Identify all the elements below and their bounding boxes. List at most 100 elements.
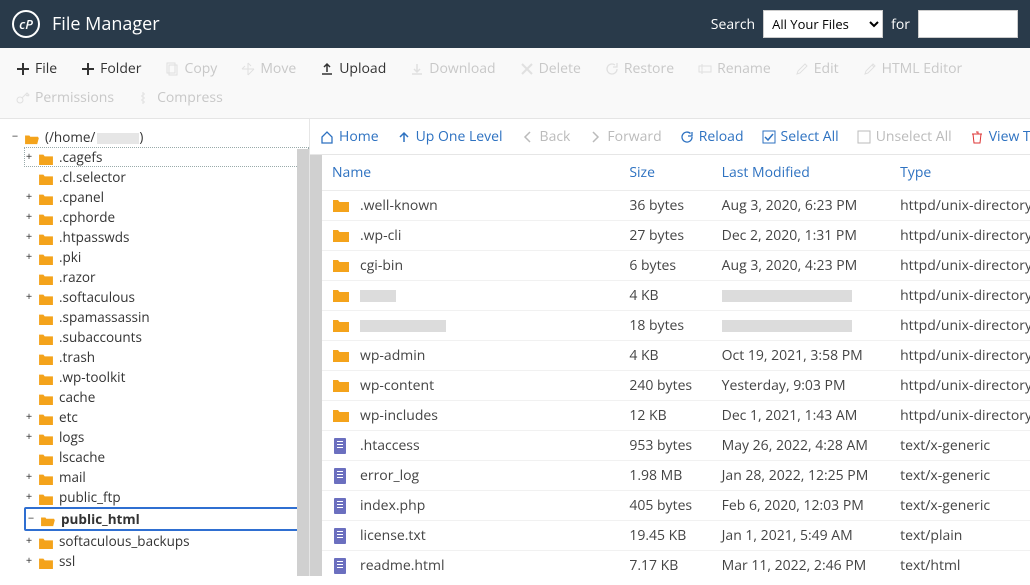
expand-toggle[interactable]: + — [24, 147, 34, 167]
tree-item-pki[interactable]: +.pki — [24, 247, 309, 267]
tree-item-softaculous_backups[interactable]: +softaculous_backups — [24, 531, 309, 551]
tree-item-trash[interactable]: +.trash — [24, 347, 309, 367]
tree-item-razor[interactable]: +.razor — [24, 267, 309, 287]
toolbar-label: HTML Editor — [882, 59, 963, 78]
expand-toggle[interactable]: + — [24, 531, 34, 551]
tree-item-mail[interactable]: +mail — [24, 467, 309, 487]
tree-item-softaculous[interactable]: +.softaculous — [24, 287, 309, 307]
htmleditor-button: HTML Editor — [851, 54, 975, 83]
table-row[interactable]: .htaccess953 bytesMay 26, 2022, 4:28 AMt… — [322, 431, 1030, 461]
col-type[interactable]: Type — [890, 155, 1030, 191]
expand-toggle[interactable]: + — [24, 467, 34, 487]
row-name — [360, 316, 446, 335]
table-row[interactable]: wp-content240 bytesYesterday, 9:03 PMhtt… — [322, 371, 1030, 401]
table-row[interactable]: readme.html7.17 KBMar 11, 2022, 2:46 PMt… — [322, 551, 1030, 577]
expand-toggle[interactable]: + — [24, 551, 34, 571]
table-row[interactable]: cgi-bin6 bytesAug 3, 2020, 4:23 PMhttpd/… — [322, 251, 1030, 281]
tree-item-ssl[interactable]: +ssl — [24, 551, 309, 571]
expand-toggle[interactable]: + — [24, 207, 34, 227]
tree-scrollbar[interactable] — [297, 149, 309, 576]
tree-item-label: .wp-toolkit — [59, 367, 125, 387]
folder-icon — [38, 311, 53, 323]
file-scrollbar[interactable] — [310, 155, 322, 576]
folder-button[interactable]: Folder — [69, 54, 153, 83]
delete-icon — [520, 62, 534, 76]
expand-toggle[interactable]: + — [24, 487, 34, 507]
expand-toggle[interactable]: − — [26, 509, 36, 529]
expand-toggle: + — [24, 327, 34, 347]
tree-item-cache[interactable]: +cache — [24, 387, 309, 407]
search-label: Search — [711, 15, 755, 34]
tree-item-label: .cpanel — [59, 187, 104, 207]
toolbar-label: Compress — [157, 88, 223, 107]
tree-item-cagefs[interactable]: + .cagefs — [24, 147, 309, 167]
tree-root[interactable]: −(/home/) — [10, 127, 309, 147]
tree-item-etc[interactable]: +etc — [24, 407, 309, 427]
expand-toggle[interactable]: + — [24, 427, 34, 447]
html-icon — [863, 62, 877, 76]
expand-toggle[interactable]: + — [24, 227, 34, 247]
check-icon — [762, 130, 776, 144]
row-type: httpd/unix-directory — [890, 251, 1030, 281]
reload-button[interactable]: Reload — [680, 127, 744, 146]
table-row[interactable]: wp-admin4 KBOct 19, 2021, 3:58 PMhttpd/u… — [322, 341, 1030, 371]
folder-icon — [38, 411, 53, 423]
table-row[interactable]: license.txt19.45 KBJan 1, 2021, 5:49 AMt… — [322, 521, 1030, 551]
forward-button: Forward — [588, 127, 661, 146]
table-row[interactable]: .wp-cli27 bytesDec 2, 2020, 1:31 PMhttpd… — [322, 221, 1030, 251]
table-row[interactable]: 18 byteshttpd/unix-directory — [322, 311, 1030, 341]
tree-item-label: .cl.selector — [59, 167, 126, 187]
folder-icon — [332, 347, 350, 365]
folder-icon — [38, 371, 53, 383]
tree-item-label: .cagefs — [59, 147, 102, 167]
file-icon — [332, 557, 350, 575]
tree-item-cpanel[interactable]: + .cpanel — [24, 187, 309, 207]
folder-icon — [38, 555, 53, 567]
expand-toggle[interactable]: + — [24, 247, 34, 267]
home-button[interactable]: Home — [320, 127, 379, 146]
tree-item-logs[interactable]: +logs — [24, 427, 309, 447]
up-button[interactable]: Up One Level — [397, 127, 503, 146]
expand-toggle[interactable]: + — [24, 407, 34, 427]
table-row[interactable]: wp-includes12 KBDec 1, 2021, 1:43 AMhttp… — [322, 401, 1030, 431]
search-scope-select[interactable]: All Your Files — [763, 10, 883, 38]
search-area: Search All Your Files for — [711, 10, 1018, 38]
col-size[interactable]: Size — [619, 155, 711, 191]
table-row[interactable]: .well-known36 bytesAug 3, 2020, 6:23 PMh… — [322, 191, 1030, 221]
table-row[interactable]: error_log1.98 MBJan 28, 2022, 12:25 PMte… — [322, 461, 1030, 491]
upload-button[interactable]: Upload — [308, 54, 398, 83]
row-type: text/html — [890, 551, 1030, 577]
expand-toggle: + — [24, 267, 34, 287]
tree-item-cphorde[interactable]: +.cphorde — [24, 207, 309, 227]
folder-icon — [38, 391, 53, 403]
row-modified: Jan 28, 2022, 12:25 PM — [712, 461, 890, 491]
tree-item-subaccounts[interactable]: +.subaccounts — [24, 327, 309, 347]
tree-item-htpasswds[interactable]: +.htpasswds — [24, 227, 309, 247]
tree-item-clselector[interactable]: +.cl.selector — [24, 167, 309, 187]
viewtrash-button[interactable]: View Trash — [970, 127, 1030, 146]
unselectall-button: Unselect All — [857, 127, 952, 146]
tree-item-public_html[interactable]: −public_html — [24, 507, 309, 531]
file-button[interactable]: File — [4, 54, 69, 83]
table-row[interactable]: 4 KBhttpd/unix-directory — [322, 281, 1030, 311]
row-type: httpd/unix-directory — [890, 311, 1030, 341]
tree-item-lscache[interactable]: +lscache — [24, 447, 309, 467]
col-name[interactable]: Name — [322, 155, 619, 191]
folder-icon — [38, 491, 53, 503]
folder-icon — [38, 171, 53, 183]
expand-toggle[interactable]: + — [24, 287, 34, 307]
folder-icon — [332, 257, 350, 275]
expand-toggle: + — [24, 307, 34, 327]
search-input[interactable] — [918, 10, 1018, 38]
table-row[interactable]: index.php405 bytesFeb 6, 2020, 12:03 PMt… — [322, 491, 1030, 521]
tree-item-wp-toolkit[interactable]: +.wp-toolkit — [24, 367, 309, 387]
row-modified: Mar 11, 2022, 2:46 PM — [712, 551, 890, 577]
selectall-button[interactable]: Select All — [762, 127, 839, 146]
tree-item-public_ftp[interactable]: +public_ftp — [24, 487, 309, 507]
expand-toggle[interactable]: + — [24, 571, 34, 576]
row-size: 4 KB — [619, 341, 711, 371]
tree-item-spamassassin[interactable]: +.spamassassin — [24, 307, 309, 327]
tree-item-tmp[interactable]: +tmp — [24, 571, 309, 576]
col-modified[interactable]: Last Modified — [712, 155, 890, 191]
expand-toggle[interactable]: + — [24, 187, 34, 207]
